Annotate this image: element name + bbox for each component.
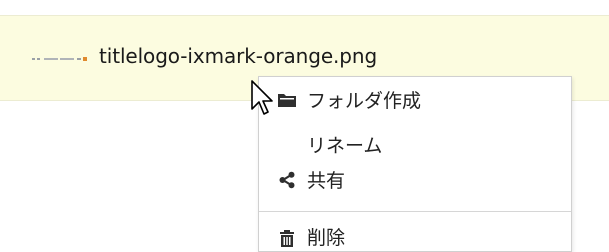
menu-item-label: リネーム [307,135,383,157]
file-thumbnail-icon [32,57,87,61]
file-browser: titlelogo-ixmark-orange.png フォルダ作成 リネーム … [0,0,609,252]
menu-item-label: フォルダ作成 [307,90,422,112]
file-name[interactable]: titlelogo-ixmark-orange.png [99,44,377,68]
folder-icon [278,94,296,107]
menu-divider [259,211,571,212]
menu-item-rename[interactable]: リネーム [259,126,571,162]
menu-item-label: 共有 [307,170,346,192]
menu-item-label: 削除 [307,227,346,249]
trash-icon [280,230,294,247]
menu-item-delete[interactable]: 削除 [259,220,571,252]
share-icon [279,171,295,189]
menu-item-create-folder[interactable]: フォルダ作成 [259,81,571,117]
menu-item-share[interactable]: 共有 [259,161,571,197]
context-menu: フォルダ作成 リネーム 共有 削除 [258,76,572,252]
